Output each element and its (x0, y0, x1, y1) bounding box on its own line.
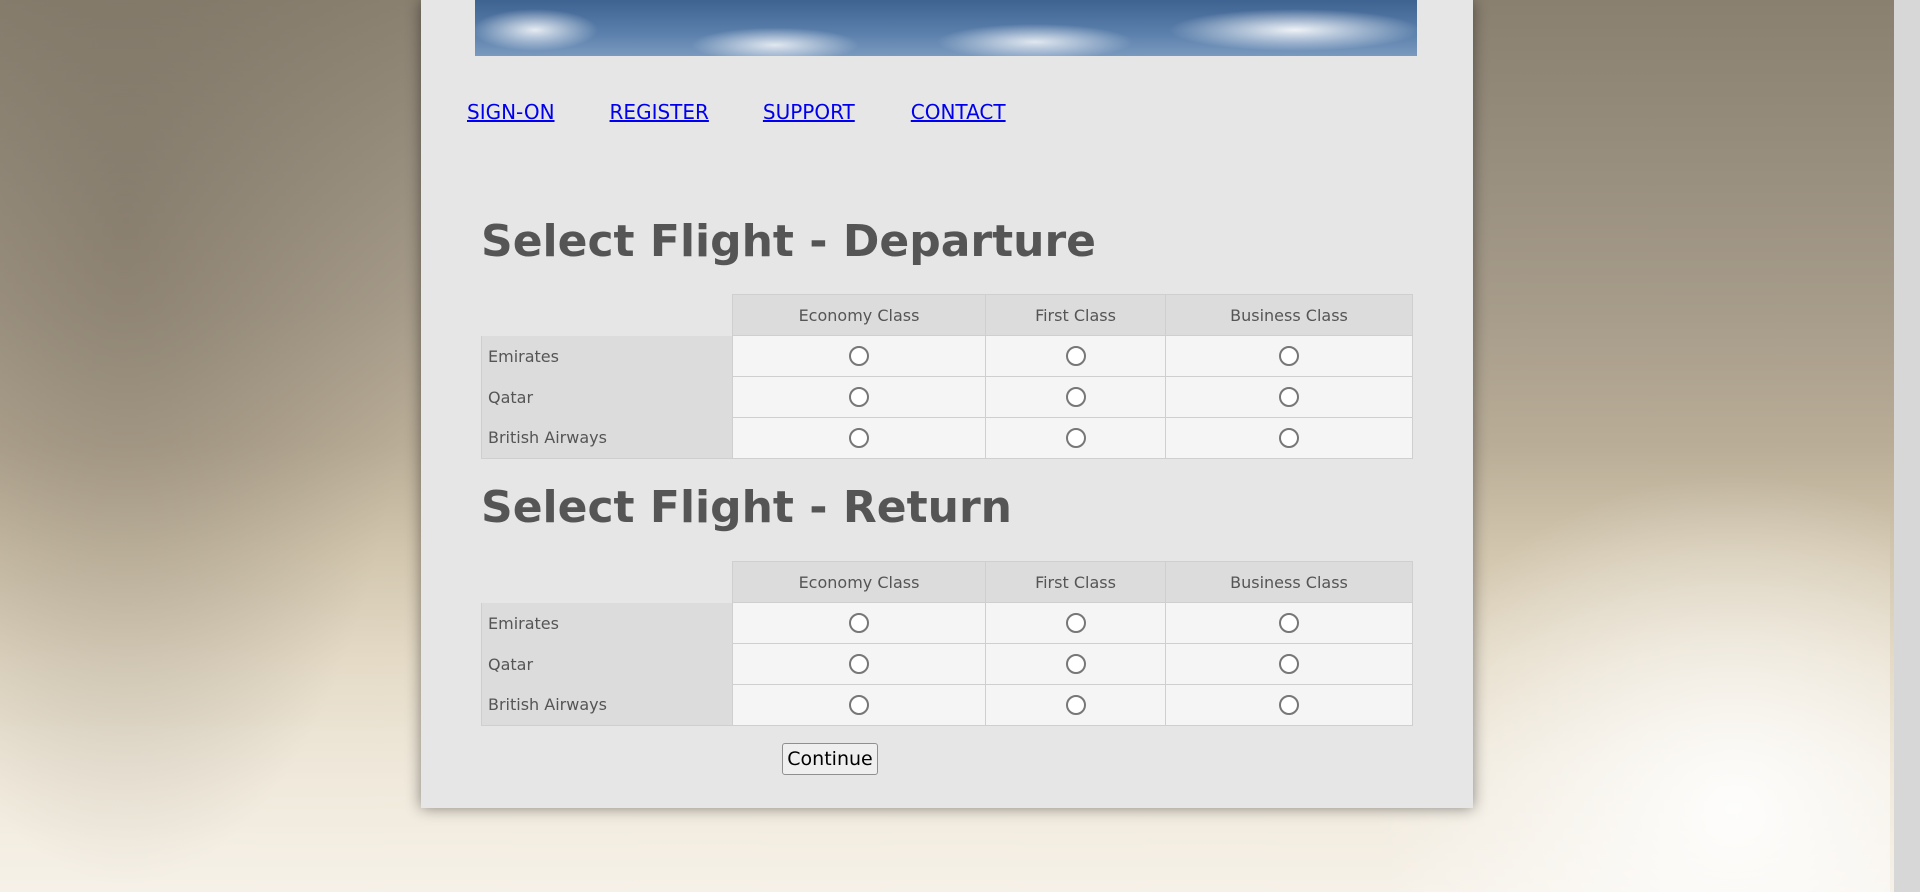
nav-sign-on-link[interactable]: SIGN-ON (467, 100, 555, 124)
airline-label: Qatar (481, 376, 733, 418)
table-row: British Airways (481, 684, 1413, 726)
departure-title: Select Flight - Departure (481, 216, 1097, 267)
radio-return-emirates-business[interactable] (1279, 613, 1299, 634)
nav-register-link[interactable]: REGISTER (610, 100, 709, 124)
table-row: British Airways (481, 417, 1413, 459)
return-title: Select Flight - Return (481, 482, 1012, 533)
col-business-class: Business Class (1165, 561, 1413, 603)
table-row: Emirates (481, 602, 1413, 644)
radio-return-british-airways-economy[interactable] (849, 695, 869, 716)
radio-departure-qatar-first[interactable] (1065, 387, 1086, 408)
radio-departure-emirates-business[interactable] (1279, 346, 1299, 367)
airline-label: Emirates (481, 602, 733, 644)
radio-departure-qatar-business[interactable] (1279, 387, 1299, 408)
col-economy-class: Economy Class (732, 294, 986, 336)
table-header-row: Economy Class First Class Business Class (482, 294, 1413, 336)
radio-departure-british-airways-first[interactable] (1065, 428, 1086, 449)
radio-return-emirates-economy[interactable] (849, 613, 869, 634)
table-row: Qatar (481, 376, 1413, 418)
table-row: Qatar (481, 643, 1413, 685)
col-first-class: First Class (985, 561, 1166, 603)
nav-support-link[interactable]: SUPPORT (763, 100, 855, 124)
radio-departure-british-airways-business[interactable] (1279, 428, 1299, 449)
departure-flight-table: Economy Class First Class Business Class… (481, 294, 1413, 459)
col-business-class: Business Class (1165, 294, 1413, 336)
radio-return-emirates-first[interactable] (1065, 613, 1086, 634)
radio-departure-emirates-first[interactable] (1065, 346, 1086, 367)
return-flight-table: Economy Class First Class Business Class… (481, 561, 1413, 726)
top-nav: SIGN-ON REGISTER SUPPORT CONTACT (467, 100, 1061, 124)
background-shade (0, 0, 420, 892)
radio-departure-emirates-economy[interactable] (849, 346, 869, 367)
header-blank-cell (482, 295, 733, 336)
table-header-row: Economy Class First Class Business Class (482, 561, 1413, 603)
airline-label: British Airways (481, 684, 733, 726)
nav-contact-link[interactable]: CONTACT (911, 100, 1006, 124)
radio-return-qatar-business[interactable] (1279, 654, 1299, 675)
col-economy-class: Economy Class (732, 561, 986, 603)
continue-button[interactable]: Continue (782, 743, 878, 775)
main-panel: SIGN-ON REGISTER SUPPORT CONTACT Select … (421, 0, 1473, 808)
airline-label: Qatar (481, 643, 733, 685)
header-blank-cell (482, 562, 733, 603)
radio-departure-british-airways-economy[interactable] (849, 428, 869, 449)
radio-departure-qatar-economy[interactable] (849, 387, 869, 408)
airline-label: British Airways (481, 417, 733, 459)
col-first-class: First Class (985, 294, 1166, 336)
table-row: Emirates (481, 335, 1413, 377)
radio-return-british-airways-first[interactable] (1065, 695, 1086, 716)
header-banner-image (475, 0, 1417, 56)
radio-return-qatar-first[interactable] (1065, 654, 1086, 675)
airline-label: Emirates (481, 335, 733, 377)
radio-return-qatar-economy[interactable] (849, 654, 869, 675)
page-edge-bar (1894, 0, 1920, 892)
radio-return-british-airways-business[interactable] (1279, 695, 1299, 716)
